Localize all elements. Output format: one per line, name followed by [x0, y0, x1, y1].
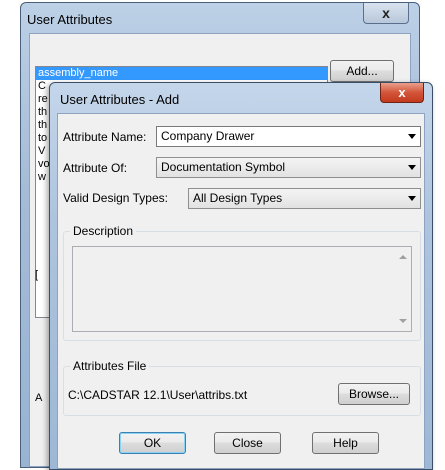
scroll-down-icon[interactable] [399, 319, 407, 323]
user-attributes-add-dialog: User Attributes - Add x Attribute Name: … [49, 82, 433, 470]
description-label: Description [70, 224, 137, 238]
attributes-file-label: Attributes File [70, 359, 150, 373]
close-icon[interactable]: x [380, 83, 424, 103]
scroll-up-icon[interactable] [399, 255, 407, 259]
dialog-title: User Attributes - Add [60, 92, 180, 107]
partial-label: [ [35, 269, 39, 281]
dialog-client: Attribute Name: Company Drawer Attribute… [57, 113, 425, 469]
partial-label: A [35, 392, 43, 404]
help-button[interactable]: Help [312, 432, 379, 454]
design-types-value: All Design Types [193, 191, 283, 205]
description-textarea[interactable] [72, 246, 412, 332]
chevron-down-icon[interactable] [408, 165, 416, 170]
attribute-name-label: Attribute Name: [63, 130, 147, 144]
chevron-down-icon[interactable] [408, 134, 416, 139]
description-group: Description [63, 224, 421, 341]
design-types-select[interactable]: All Design Types [188, 188, 421, 209]
add-button[interactable]: Add... [330, 60, 394, 82]
description-scrollbar[interactable] [395, 247, 411, 331]
attribute-of-select[interactable]: Documentation Symbol [156, 157, 421, 178]
attribute-name-value: Company Drawer [161, 129, 255, 143]
browse-button[interactable]: Browse... [338, 383, 410, 405]
close-button[interactable]: Close [214, 432, 281, 454]
attribute-name-combo[interactable]: Company Drawer [156, 126, 421, 147]
window-title: User Attributes [27, 12, 113, 27]
attribute-of-label: Attribute Of: [63, 161, 128, 175]
ok-button[interactable]: OK [119, 432, 186, 454]
attributes-file-path: C:\CADSTAR 12.1\User\attribs.txt [68, 388, 248, 402]
attributes-file-group: Attributes File C:\CADSTAR 12.1\User\att… [63, 359, 421, 416]
design-types-label: Valid Design Types: [63, 191, 168, 205]
chevron-down-icon[interactable] [408, 196, 416, 201]
list-item[interactable]: assembly_name [36, 67, 327, 80]
close-icon[interactable]: x [363, 3, 409, 24]
attribute-of-value: Documentation Symbol [161, 160, 286, 174]
